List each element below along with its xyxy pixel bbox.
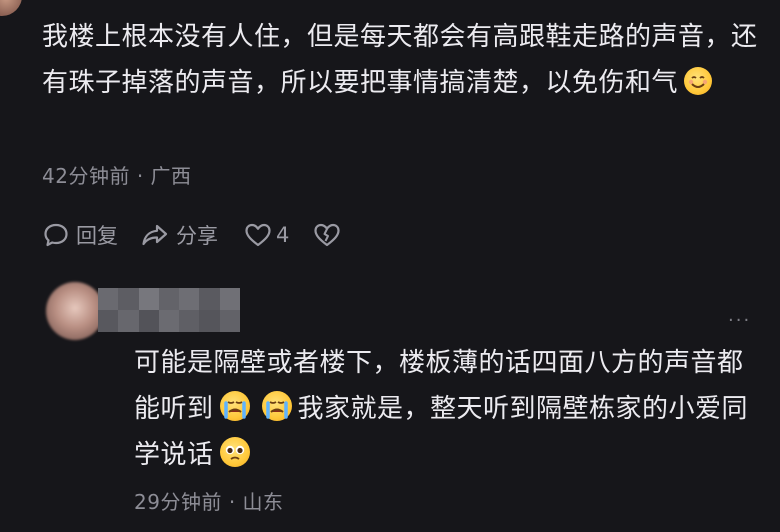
heart-icon [244, 222, 272, 248]
broken-heart-icon [313, 222, 341, 248]
comment-meta: 42分钟前 · 广西 [42, 160, 192, 189]
comment-location: 广西 [150, 164, 192, 188]
dislike-button[interactable] [313, 222, 341, 248]
loudly-crying-face-emoji-icon-2 [261, 391, 292, 421]
comment-body: 我楼上根本没有人住，但是每天都会有高跟鞋走路的声音，还有珠子掉落的声音，所以要把… [42, 22, 758, 98]
meta-separator: · [228, 490, 236, 514]
reply-text: 可能是隔壁或者楼下，楼板薄的话四面八方的声音都能听到 我家就是，整天听到隔壁栋家的… [134, 340, 764, 478]
reply-avatar[interactable] [46, 282, 104, 340]
commenter-avatar[interactable] [0, 0, 22, 16]
comment-time: 42分钟前 [42, 164, 130, 188]
meta-separator: · [136, 164, 144, 188]
reply-meta: 29分钟前 · 山东 [134, 486, 284, 515]
like-count: 4 [276, 223, 290, 247]
reply-button[interactable]: 回复 [42, 220, 118, 250]
more-options-button[interactable]: ··· [728, 310, 751, 331]
smiling-face-emoji-icon [684, 67, 713, 95]
comment-actions: 回复 分享 4 [42, 220, 341, 250]
chat-bubble-icon [42, 221, 70, 249]
reply-time: 29分钟前 [134, 490, 222, 514]
share-button[interactable]: 分享 [140, 220, 218, 250]
pleading-face-emoji-icon [219, 437, 250, 467]
comment-text: 我楼上根本没有人住，但是每天都会有高跟鞋走路的声音，还有珠子掉落的声音，所以要把… [42, 14, 762, 106]
loudly-crying-face-emoji-icon [219, 391, 250, 421]
reply-location: 山东 [242, 490, 284, 514]
share-arrow-icon [140, 221, 170, 249]
reply-username-pixelated[interactable] [98, 288, 240, 332]
reply-label: 回复 [76, 224, 118, 248]
like-button[interactable]: 4 [244, 222, 289, 248]
share-label: 分享 [176, 224, 218, 248]
